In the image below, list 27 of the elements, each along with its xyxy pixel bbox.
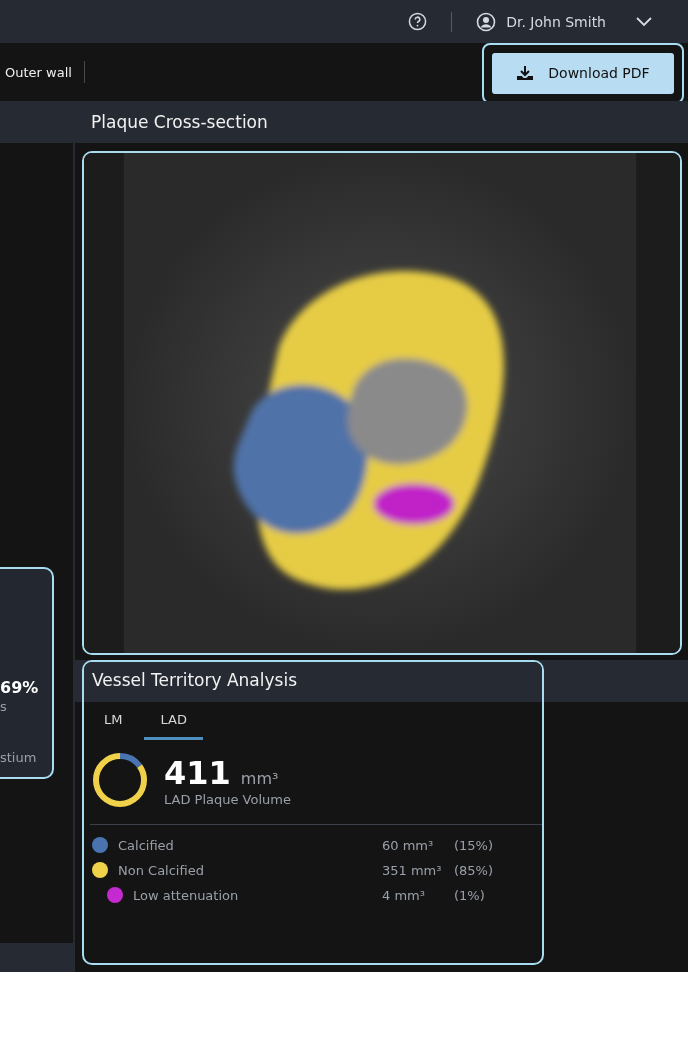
- download-icon: [516, 65, 535, 81]
- unit-label: mm³: [240, 768, 279, 788]
- tab[interactable]: LAD: [144, 708, 203, 740]
- legend-percent: (15%): [454, 837, 494, 853]
- total-value: 411: [164, 753, 231, 792]
- volume-caption: LAD Plaque Volume: [164, 791, 291, 807]
- tab[interactable]: LM: [94, 708, 133, 740]
- legend-percent: (85%): [454, 862, 494, 878]
- legend-percent: (1%): [454, 887, 485, 903]
- user-avatar-icon[interactable]: [476, 11, 497, 32]
- legend-volume: 4 mm³: [382, 887, 426, 903]
- panel-title: Vessel Territory Analysis: [92, 670, 297, 690]
- chevron-down-icon[interactable]: [636, 16, 652, 27]
- legend-label: Non Calcified: [118, 862, 205, 878]
- legend-label: Calcified: [118, 837, 175, 853]
- panel-title: Plaque Cross-section: [91, 112, 268, 132]
- user-name[interactable]: Dr. John Smith: [506, 13, 606, 30]
- stat-value: 69%: [0, 678, 39, 697]
- ring-gauge-drawing: [90, 750, 150, 810]
- download-pdf-button[interactable]: Download PDF: [492, 52, 674, 94]
- outer-wall-label[interactable]: Outer wall: [5, 64, 72, 80]
- help-icon[interactable]: [408, 12, 428, 31]
- legend-volume: 351 mm³: [382, 862, 443, 878]
- stat-label: s: [0, 699, 7, 714]
- legend-volume: 60 mm³: [382, 837, 435, 853]
- stat-label: stium: [0, 750, 37, 765]
- legend-label: Low attenuation: [133, 887, 240, 903]
